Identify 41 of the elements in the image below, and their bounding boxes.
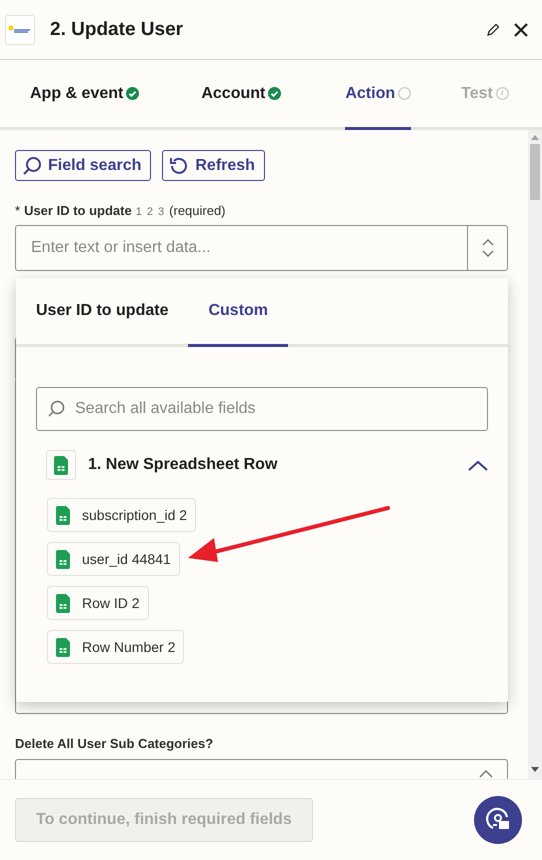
- close-icon[interactable]: [512, 20, 530, 38]
- data-group-header[interactable]: 1. New Spreadsheet Row: [46, 450, 498, 480]
- data-field-chip[interactable]: Row Number 2: [47, 630, 184, 664]
- picker-tab[interactable]: User ID to update: [36, 278, 188, 347]
- data-field-chip[interactable]: user_id 44841: [47, 542, 180, 576]
- scroll-down-icon[interactable]: [531, 767, 539, 773]
- picker-tab[interactable]: Custom: [188, 278, 288, 347]
- spreadsheet-icon: [56, 594, 70, 612]
- field-label: Delete All User Sub Categories?: [15, 736, 214, 751]
- type-hint: 1 2 3: [136, 206, 166, 218]
- spreadsheet-icon: [56, 550, 70, 568]
- search-icon: [47, 400, 65, 418]
- spreadsheet-icon: [56, 638, 70, 656]
- step-tab[interactable]: App & event: [30, 60, 140, 130]
- refresh-button[interactable]: Refresh: [162, 150, 265, 181]
- required-note: (required): [169, 203, 226, 218]
- required-asterisk: *: [15, 203, 20, 218]
- scrollbar-thumb[interactable]: [530, 144, 540, 200]
- data-field-chip[interactable]: Row ID 2: [47, 586, 149, 620]
- scrollbar[interactable]: [528, 130, 542, 779]
- field-search-button[interactable]: Field search: [15, 150, 152, 181]
- step-tab[interactable]: Account: [201, 60, 282, 130]
- search-icon: [22, 156, 42, 176]
- spreadsheet-icon: [54, 456, 68, 474]
- check-circle-icon: [126, 87, 140, 100]
- chevron-icon: [468, 460, 488, 470]
- field-label: User ID to update: [24, 203, 132, 218]
- check-circle-icon: [268, 87, 282, 100]
- data-field-chip[interactable]: subscription_id 2: [47, 498, 196, 532]
- scroll-up-icon[interactable]: [531, 134, 539, 140]
- step-tab[interactable]: Action: [345, 60, 412, 130]
- circle-icon: [398, 87, 412, 100]
- step-title: 2. Update User: [50, 18, 184, 40]
- chevron-icon: [479, 770, 493, 778]
- support-chat-icon[interactable]: [474, 796, 522, 844]
- search-field[interactable]: Search all available fields: [73, 399, 487, 419]
- app-logo: [5, 14, 35, 44]
- spreadsheet-icon: [56, 506, 70, 524]
- clock-icon: [496, 87, 509, 100]
- search-box[interactable]: Search all available fields: [36, 387, 488, 431]
- refresh-icon: [169, 156, 190, 176]
